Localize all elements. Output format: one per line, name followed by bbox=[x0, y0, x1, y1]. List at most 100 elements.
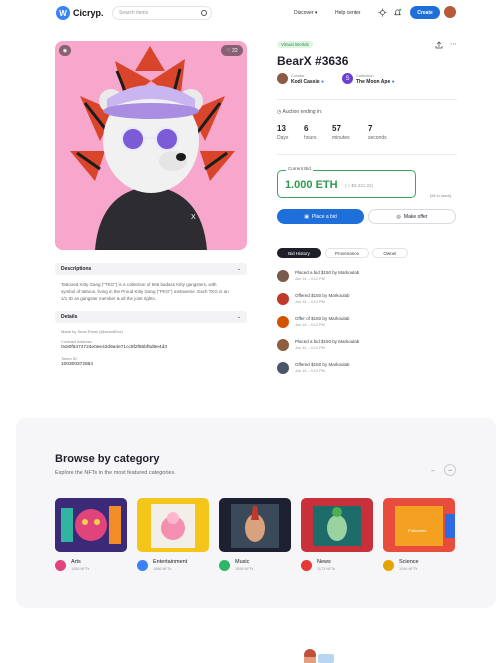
music-dot-icon bbox=[219, 560, 230, 571]
history-text: Placed a bid $150 by Markoulab bbox=[295, 270, 360, 275]
music-image bbox=[219, 498, 291, 552]
share-icon[interactable] bbox=[435, 41, 443, 49]
artwork-type-icon[interactable]: ◉ bbox=[59, 45, 71, 56]
category-name-news[interactable]: News bbox=[317, 559, 331, 565]
footer-illustration bbox=[304, 649, 334, 663]
browse-subtitle: Explore the NFTs in the most featured ca… bbox=[55, 470, 176, 476]
details-title: Details bbox=[61, 314, 78, 320]
auction-ending-label: ◷ Auction ending in: bbox=[277, 109, 323, 115]
history-row: Placed a bid $150 by Markoulab Jun 14 – … bbox=[277, 337, 457, 357]
descriptions-title: Descriptions bbox=[61, 266, 92, 272]
nft-artwork: X ◉ ♡ 22 bbox=[55, 41, 247, 250]
make-offer-button[interactable]: ◎ Make offer bbox=[368, 209, 456, 224]
category-name-science[interactable]: Science bbox=[399, 559, 419, 565]
create-button[interactable]: Create bbox=[410, 6, 440, 19]
history-avatar[interactable] bbox=[277, 362, 289, 374]
history-avatar[interactable] bbox=[277, 316, 289, 328]
science-dot-icon bbox=[383, 560, 394, 571]
history-time: Jun 14 – 4:12 PM bbox=[295, 277, 325, 281]
chevron-down-icon: ⌄ bbox=[236, 314, 241, 320]
more-options-icon[interactable]: ⋯ bbox=[450, 40, 457, 48]
category-name-music[interactable]: Music bbox=[235, 559, 249, 565]
creator-name[interactable]: Kodi Cassie ● bbox=[291, 79, 324, 85]
like-button[interactable]: ♡ 22 bbox=[221, 45, 243, 56]
category-tag[interactable]: Virtual Worlds bbox=[277, 41, 313, 48]
category-card-music[interactable] bbox=[219, 498, 291, 552]
browse-title: Browse by category bbox=[55, 453, 160, 465]
countdown-seconds-label: seconds bbox=[368, 135, 387, 141]
offer-icon: ◎ bbox=[396, 213, 401, 220]
history-avatar[interactable] bbox=[277, 293, 289, 305]
news-image bbox=[301, 498, 373, 552]
creator-label: Creator bbox=[291, 73, 305, 78]
collection-name[interactable]: The Moon Ape ● bbox=[356, 79, 395, 85]
nav-help-center[interactable]: Help center bbox=[335, 10, 361, 16]
category-count-news: 1173 NFTs bbox=[317, 567, 336, 571]
tab-bid-history[interactable]: Bid History bbox=[277, 248, 321, 258]
science-card-text: Fullscreen bbox=[408, 528, 427, 533]
category-name-arts[interactable]: Arts bbox=[71, 559, 81, 565]
countdown-days-label: Days bbox=[277, 135, 289, 141]
token-id-value: 100300372864 bbox=[61, 362, 94, 367]
place-bid-button[interactable]: ▣ Place a bid bbox=[277, 209, 364, 224]
science-image bbox=[383, 498, 455, 552]
creator-avatar[interactable] bbox=[277, 73, 288, 84]
history-time: Jun 14 – 4:12 PM bbox=[295, 300, 325, 304]
history-text: Offered $150 by Markoulab bbox=[295, 362, 350, 367]
contract-address-value[interactable]: 0x50f5474724e0ee42d9a4e71cc8f2f56bf5d9e4… bbox=[61, 345, 167, 350]
collection-label: Collection bbox=[356, 73, 374, 78]
clock-icon: ◷ bbox=[277, 109, 282, 115]
category-card-arts[interactable] bbox=[55, 498, 127, 552]
svg-text:X: X bbox=[191, 214, 196, 221]
countdown-hours: 6 bbox=[304, 124, 309, 133]
item-title: BearX #3636 bbox=[277, 54, 349, 68]
history-time: Jun 14 – 4:12 PM bbox=[295, 369, 325, 373]
current-bid-usd: ( ≈ $3,221.22) bbox=[345, 183, 373, 188]
search-placeholder: Search items bbox=[119, 10, 149, 16]
history-text: Offer of $150 by Markoulab bbox=[295, 316, 350, 321]
category-card-science[interactable]: Fullscreen bbox=[383, 498, 455, 552]
wallet-icon: ▣ bbox=[304, 213, 309, 220]
nav-discover[interactable]: Discover ▾ bbox=[294, 10, 317, 16]
category-count-science: 1096 NFTs bbox=[399, 567, 418, 571]
history-avatar[interactable] bbox=[277, 339, 289, 351]
history-text: Placed a bid $150 by Markoulab bbox=[295, 339, 360, 344]
made-by-label: Made by Sean Rossi (@sean80xx) bbox=[61, 329, 123, 334]
history-text: Offered $150 by Markoulab bbox=[295, 293, 350, 298]
history-avatar[interactable] bbox=[277, 270, 289, 282]
category-card-entertainment[interactable] bbox=[137, 498, 209, 552]
brand-name[interactable]: Cicryp. bbox=[73, 8, 104, 18]
category-card-news[interactable] bbox=[301, 498, 373, 552]
logo-icon[interactable]: W bbox=[56, 6, 70, 20]
search-input[interactable]: Search items bbox=[112, 6, 212, 20]
arts-dot-icon bbox=[55, 560, 66, 571]
user-avatar[interactable] bbox=[444, 6, 456, 18]
theme-toggle-icon[interactable] bbox=[378, 8, 387, 17]
entertainment-image bbox=[137, 498, 209, 552]
details-header[interactable]: Details ⌄ bbox=[55, 311, 247, 323]
heart-icon: ♡ bbox=[226, 47, 231, 54]
category-count-arts: 1456 NFTs bbox=[71, 567, 90, 571]
countdown-minutes: 57 bbox=[332, 124, 341, 133]
prev-arrow-icon[interactable]: ← bbox=[430, 467, 437, 474]
tab-owner[interactable]: Owner bbox=[372, 248, 408, 258]
like-count: 22 bbox=[232, 47, 238, 54]
stock-note: [96 in stock] bbox=[430, 193, 452, 198]
collection-avatar[interactable]: S bbox=[342, 73, 353, 84]
descriptions-header[interactable]: Descriptions ⌄ bbox=[55, 263, 247, 275]
description-text: Tattooed Kitty Gang ("TKG") is a collect… bbox=[61, 282, 229, 301]
category-name-entertainment[interactable]: Entertainment bbox=[153, 559, 187, 565]
history-time: Jun 14 – 4:12 PM bbox=[295, 323, 325, 327]
news-dot-icon bbox=[301, 560, 312, 571]
notification-bell-icon[interactable] bbox=[393, 8, 402, 17]
search-icon[interactable] bbox=[201, 10, 207, 16]
arts-image bbox=[55, 498, 127, 552]
tab-provenance[interactable]: Provenance bbox=[325, 248, 369, 258]
current-bid-value: 1.000 ETH bbox=[285, 179, 338, 191]
history-row: Offered $150 by Markoulab Jun 14 – 4:12 … bbox=[277, 291, 457, 311]
verified-icon: ● bbox=[321, 79, 325, 85]
countdown-minutes-label: minutes bbox=[332, 135, 350, 141]
current-bid-box: Current Bid 1.000 ETH ( ≈ $3,221.22) bbox=[277, 166, 416, 198]
bear-illustration: X bbox=[55, 41, 247, 250]
next-arrow-icon[interactable]: → bbox=[444, 464, 456, 476]
